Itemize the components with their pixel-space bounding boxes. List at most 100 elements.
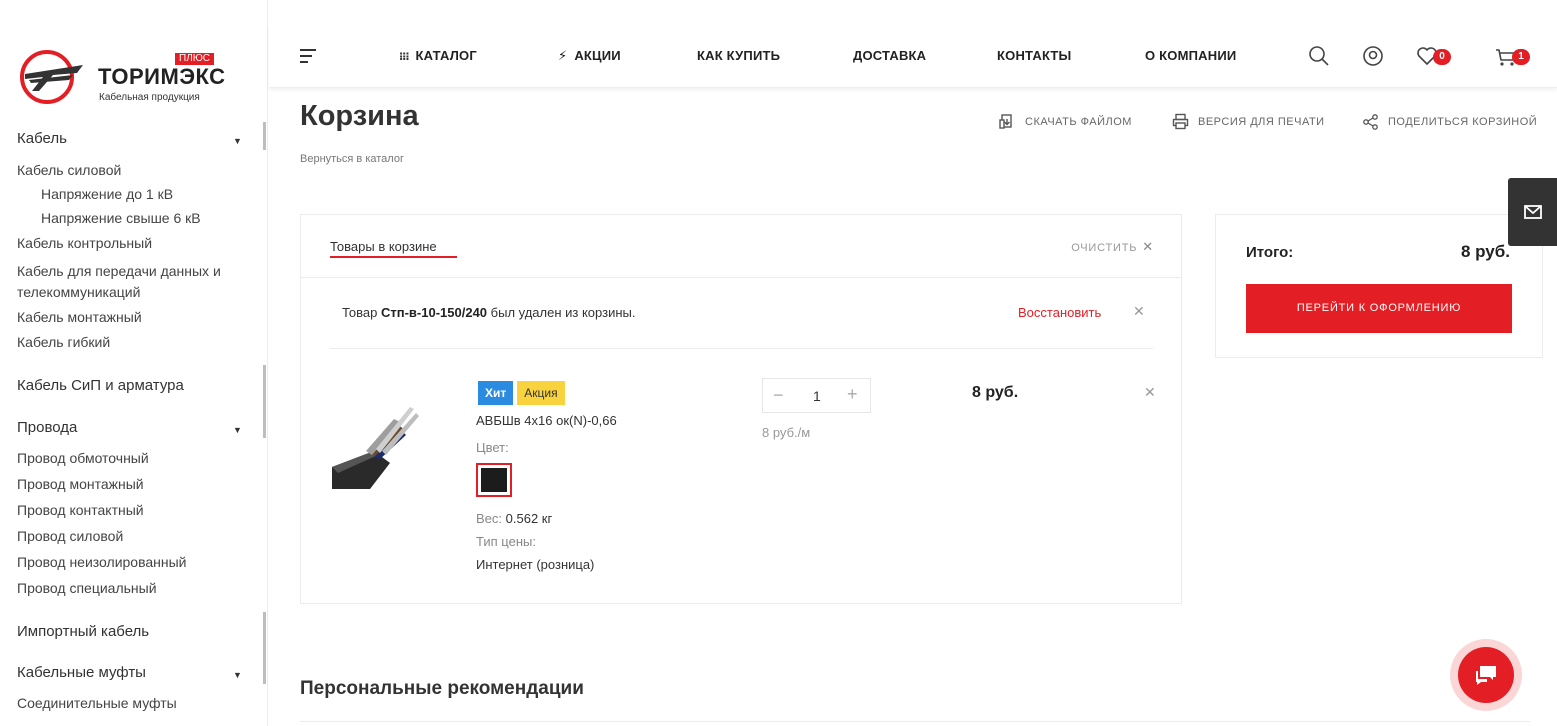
tab-active-indicator bbox=[330, 256, 457, 258]
order-summary: Итого: 8 руб. ПЕРЕЙТИ К ОФОРМЛЕНИЮ bbox=[1215, 214, 1543, 358]
nav-sales-label: АКЦИИ bbox=[574, 48, 621, 63]
sidebar-group-cable: Кабель ▼ Кабель силовой Напряжение до 1 … bbox=[0, 120, 271, 350]
nav-catalog[interactable]: ⁝⁝⁝ КАТАЛОГ bbox=[399, 48, 477, 63]
chevron-down-icon[interactable]: ▼ bbox=[233, 136, 242, 146]
sidebar-scroll-marker bbox=[263, 122, 266, 150]
sidebar-subitem[interactable]: Соединительные муфты bbox=[17, 694, 247, 712]
print-version-label: ВЕРСИЯ ДЛЯ ПЕЧАТИ bbox=[1198, 115, 1325, 128]
quantity-value[interactable]: 1 bbox=[813, 388, 821, 404]
color-swatch[interactable] bbox=[476, 463, 512, 497]
divider bbox=[330, 348, 1153, 349]
total-label: Итого: bbox=[1246, 244, 1294, 261]
product-image[interactable] bbox=[330, 395, 425, 490]
sidebar-subitem[interactable]: Кабель гибкий bbox=[17, 333, 247, 351]
sidebar-scroll-marker bbox=[263, 654, 266, 684]
share-cart-label: ПОДЕЛИТЬСЯ КОРЗИНОЙ bbox=[1388, 115, 1538, 128]
cart-panel: Товары в корзине ОЧИСТИТЬ ✕ Товар Стп-в-1… bbox=[300, 214, 1182, 604]
color-label: Цвет: bbox=[476, 440, 509, 455]
plus-icon[interactable]: + bbox=[847, 384, 858, 405]
sale-badge: Акция bbox=[517, 381, 565, 405]
nav-catalog-label: КАТАЛОГ bbox=[415, 48, 477, 63]
top-nav: ⁝⁝⁝ КАТАЛОГ ⚡ АКЦИИ КАК КУПИТЬ ДОСТАВКА КО… bbox=[269, 25, 1557, 88]
favorites-count-badge: 0 bbox=[1433, 49, 1451, 65]
sidebar-item-import[interactable]: Импортный кабель bbox=[17, 623, 149, 640]
chat-button[interactable] bbox=[1450, 639, 1522, 711]
removed-notice-suffix: был удален из корзины. bbox=[487, 305, 636, 320]
chat-button-inner bbox=[1458, 647, 1514, 703]
sidebar-subitem[interactable]: Напряжение до 1 кВ bbox=[41, 185, 271, 203]
sidebar-subitem[interactable]: Провод силовой bbox=[17, 527, 247, 545]
nav-delivery[interactable]: ДОСТАВКА bbox=[853, 48, 926, 63]
cart-count-badge: 1 bbox=[1512, 49, 1530, 65]
restore-item-link[interactable]: Восстановить bbox=[1018, 305, 1101, 320]
quantity-stepper: − 1 + bbox=[762, 378, 871, 413]
logo-emblem-icon bbox=[20, 50, 83, 104]
clear-cart-button[interactable]: ОЧИСТИТЬ ✕ bbox=[1071, 239, 1154, 255]
sidebar-group-sip: Кабель СиП и арматура bbox=[0, 365, 268, 410]
nav-about[interactable]: О КОМПАНИИ bbox=[1145, 48, 1236, 63]
download-file-button[interactable]: СКАЧАТЬ ФАЙЛОМ bbox=[999, 113, 1132, 130]
product-tags: Хит Акция bbox=[478, 381, 565, 405]
recommendations-divider bbox=[300, 721, 1530, 726]
nav-sales[interactable]: ⚡ АКЦИИ bbox=[558, 48, 621, 64]
sidebar-subitem[interactable]: Кабель контрольный bbox=[17, 234, 247, 252]
unit-price: 8 руб./м bbox=[762, 425, 811, 440]
tab-cart-items[interactable]: Товары в корзине bbox=[330, 239, 437, 254]
back-to-catalog-link[interactable]: Вернуться в каталог bbox=[300, 153, 404, 165]
sidebar-item-wires[interactable]: Провода bbox=[17, 419, 77, 436]
brand-tagline: Кабельная продукция bbox=[99, 92, 200, 103]
checkout-button[interactable]: ПЕРЕЙТИ К ОФОРМЛЕНИЮ bbox=[1246, 284, 1512, 333]
color-swatch-fill bbox=[481, 468, 507, 492]
sidebar-subitem[interactable]: Провод обмоточный bbox=[17, 449, 247, 467]
brand-name: ТОРИМЭКС bbox=[98, 64, 226, 89]
sidebar-subitem[interactable]: Провод специальный bbox=[17, 579, 247, 597]
sidebar-group-couplings: Кабельные муфты ▼ Соединительные муфты bbox=[0, 654, 268, 726]
minus-icon[interactable]: − bbox=[773, 385, 784, 406]
clear-cart-label: ОЧИСТИТЬ bbox=[1071, 242, 1138, 254]
sidebar-item-couplings[interactable]: Кабельные муфты bbox=[17, 664, 146, 681]
sidebar-subitem[interactable]: Кабель силовой bbox=[17, 161, 247, 179]
mail-icon bbox=[1523, 205, 1542, 219]
grid-icon: ⁝⁝⁝ bbox=[399, 51, 410, 63]
sidebar-subitem[interactable]: Кабель монтажный bbox=[17, 308, 247, 326]
removed-product-name: Стп-в-10-150/240 bbox=[381, 305, 488, 320]
remove-item-close-icon[interactable]: ✕ bbox=[1144, 384, 1156, 401]
download-file-label: СКАЧАТЬ ФАЙЛОМ bbox=[1025, 115, 1132, 128]
share-icon bbox=[1363, 114, 1378, 130]
user-icon[interactable] bbox=[1360, 43, 1386, 69]
total-value: 8 руб. bbox=[1460, 242, 1510, 261]
weight-row: Вес: 0.562 кг bbox=[476, 511, 552, 526]
sidebar-subitem[interactable]: Кабель для передачи данных и телекоммуни… bbox=[17, 261, 247, 303]
sidebar-scroll-marker bbox=[263, 612, 266, 654]
dismiss-notice-close-icon[interactable]: ✕ bbox=[1133, 303, 1145, 320]
divider bbox=[301, 277, 1181, 278]
sidebar: ПЛЮС ТОРИМЭКС Кабельная продукция Кабель… bbox=[0, 0, 268, 726]
feedback-tab[interactable] bbox=[1508, 178, 1557, 246]
sidebar-item-sip[interactable]: Кабель СиП и арматура bbox=[17, 377, 184, 394]
price-type-value: Интернет (розница) bbox=[476, 557, 595, 572]
sidebar-subitem[interactable]: Провод монтажный bbox=[17, 475, 247, 493]
sidebar-subitem[interactable]: Провод контактный bbox=[17, 501, 247, 519]
brand-logo[interactable]: ПЛЮС ТОРИМЭКС Кабельная продукция bbox=[17, 47, 225, 107]
nav-how-to-buy[interactable]: КАК КУПИТЬ bbox=[697, 48, 780, 63]
nav-contacts[interactable]: КОНТАКТЫ bbox=[997, 48, 1071, 63]
share-cart-button[interactable]: ПОДЕЛИТЬСЯ КОРЗИНОЙ bbox=[1362, 113, 1537, 130]
menu-burger-icon[interactable] bbox=[300, 49, 316, 67]
sidebar-scroll-marker bbox=[263, 410, 266, 438]
sidebar-subitem[interactable]: Напряжение свыше 6 кВ bbox=[41, 209, 271, 227]
chat-bubble-icon bbox=[1476, 666, 1496, 685]
search-icon[interactable] bbox=[1306, 43, 1332, 69]
sidebar-scroll-marker bbox=[263, 365, 266, 410]
sidebar-subitem[interactable]: Провод неизолированный bbox=[17, 553, 247, 571]
sidebar-group-import: Импортный кабель bbox=[0, 612, 268, 654]
product-name-link[interactable]: АВБШв 4х16 ок(N)-0,66 bbox=[476, 413, 617, 428]
chevron-down-icon[interactable]: ▼ bbox=[233, 425, 242, 435]
sidebar-item-cable[interactable]: Кабель bbox=[17, 130, 67, 147]
weight-value: 0.562 кг bbox=[505, 511, 553, 526]
sidebar-group-wires: Провода ▼ Провод обмоточный Провод монта… bbox=[0, 410, 268, 600]
chevron-down-icon[interactable]: ▼ bbox=[233, 670, 242, 680]
printer-icon bbox=[1172, 113, 1189, 130]
lightning-icon: ⚡ bbox=[558, 48, 568, 63]
print-version-button[interactable]: ВЕРСИЯ ДЛЯ ПЕЧАТИ bbox=[1172, 113, 1325, 130]
hit-badge: Хит bbox=[478, 381, 514, 405]
